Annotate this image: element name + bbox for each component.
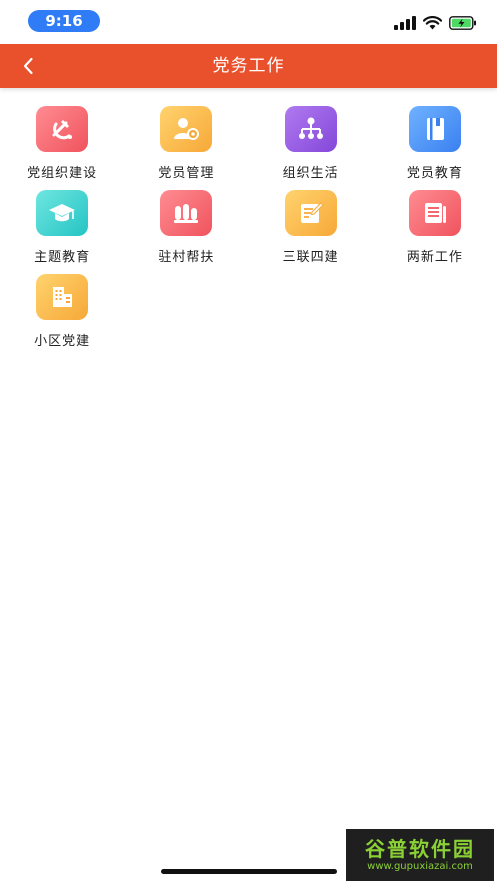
cellular-signal-icon [394,16,416,30]
tile [160,106,213,152]
home-indicator [161,869,337,874]
tile [408,106,461,152]
grid-item-village-support[interactable]: 驻村帮扶 [124,184,248,268]
tile [36,274,89,320]
app-header: 党务工作 [0,44,497,88]
status-icons [394,12,477,34]
function-grid: 党组织建设 党员管理 组织生活 党员教育 主题教育 驻村帮扶 三联四建 两新工作… [0,100,497,352]
member-settings-icon [174,118,200,140]
grid-item-community-party[interactable]: 小区党建 [0,268,124,352]
grid-item-label: 党员教育 [406,166,463,181]
grid-item-member-management[interactable]: 党员管理 [124,100,248,184]
note-edit-icon [300,202,324,223]
grid-item-theme-education[interactable]: 主题教育 [0,184,124,268]
people-group-icon [174,204,199,223]
grid-item-label: 三联四建 [282,250,339,265]
battery-charging-icon [449,16,476,30]
grid-item-org-building[interactable]: 党组织建设 [0,100,124,184]
status-bar: 9:16 [0,0,497,44]
grid-item-label: 组织生活 [282,166,339,181]
grid-item-three-four[interactable]: 三联四建 [249,184,373,268]
notebook-icon [426,118,444,140]
tile [160,190,213,236]
grid-item-member-education[interactable]: 党员教育 [373,100,497,184]
tile [36,190,89,236]
grid-item-org-life[interactable]: 组织生活 [249,100,373,184]
org-chart-icon [298,117,323,139]
party-emblem-icon [52,120,73,140]
tile [408,190,461,236]
grid-row: 小区党建 [0,268,497,352]
tile [36,106,89,152]
watermark-url: www.gupuxiazai.com [367,861,473,872]
tile [284,106,337,152]
grid-item-label: 驻村帮扶 [158,250,215,265]
grid-item-two-new[interactable]: 两新工作 [373,184,497,268]
watermark: 谷普软件园 www.gupuxiazai.com [346,829,494,881]
page-title: 党务工作 [212,56,285,76]
grid-row: 主题教育 驻村帮扶 三联四建 两新工作 [0,184,497,268]
building-icon [53,287,73,307]
grid-item-label: 主题教育 [34,250,91,265]
document-list-icon [424,203,446,223]
grid-item-label: 两新工作 [406,250,463,265]
grid-item-label: 小区党建 [34,334,91,349]
wifi-icon [423,16,442,30]
grid-item-label: 党组织建设 [27,166,98,181]
grid-row: 党组织建设 党员管理 组织生活 党员教育 [0,100,497,184]
watermark-brand: 谷普软件园 [365,837,475,861]
grid-item-label: 党员管理 [158,166,215,181]
graduation-cap-icon [49,204,76,222]
tile [284,190,337,236]
status-time: 9:16 [28,10,100,32]
